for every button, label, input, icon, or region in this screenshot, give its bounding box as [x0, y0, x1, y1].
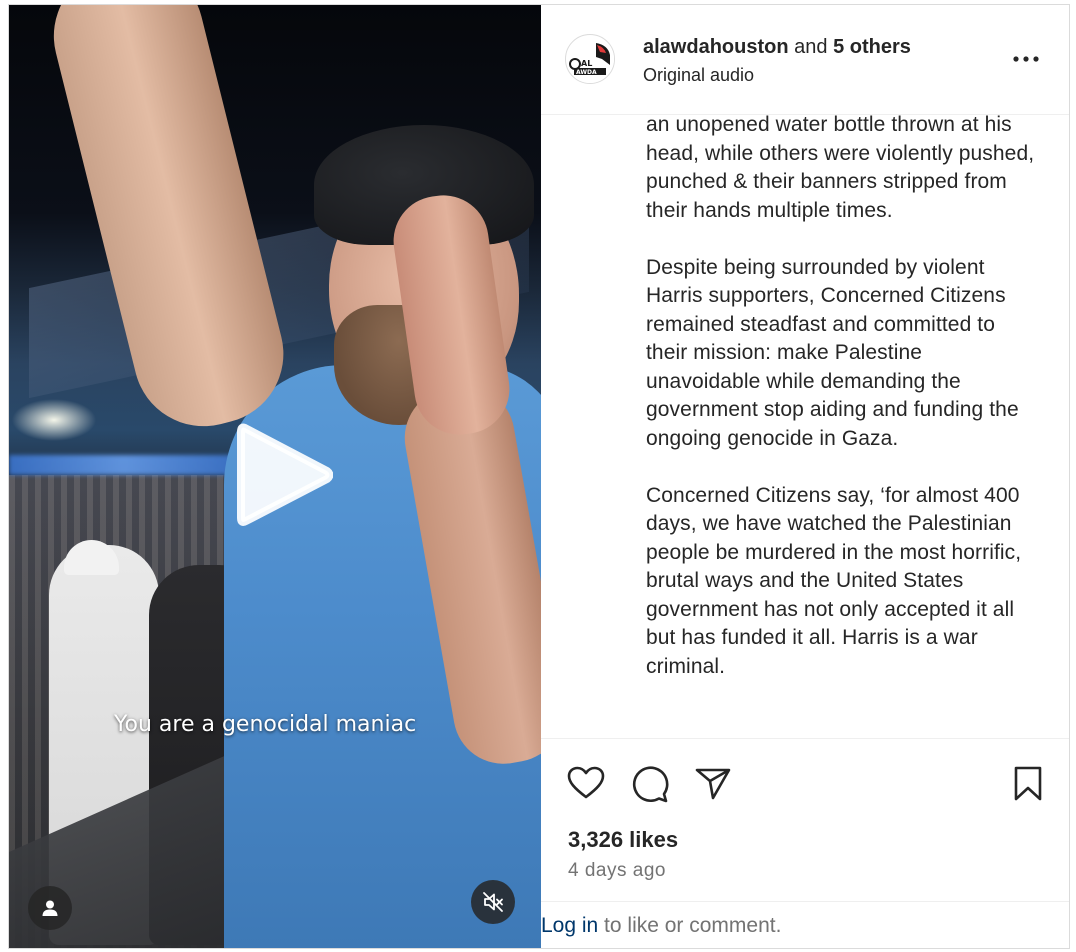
post-header: AL AWDA alawdahouston and 5 others Origi…	[541, 5, 1069, 115]
user-icon	[42, 900, 58, 916]
caption-text: an unopened water bottle thrown at his h…	[646, 115, 1036, 710]
video-stage-lights	[9, 455, 239, 475]
more-options-icon[interactable]	[1011, 48, 1043, 70]
login-prompt-text: to like or comment.	[598, 914, 782, 937]
tagged-users-button[interactable]	[28, 886, 72, 930]
caption-paragraph: Concerned Citizens say, ‘for almost 400 …	[646, 483, 1022, 678]
video-overlay-caption: You are a genocidal maniac	[114, 712, 417, 737]
login-prompt: Log in to like or comment.	[541, 901, 1069, 948]
likes-count[interactable]: 3,326 likes	[568, 827, 678, 853]
avatar-text-bottom: AWDA	[576, 69, 597, 76]
action-bar: 3,326 likes 4 days ago	[541, 738, 1069, 918]
login-link[interactable]: Log in	[541, 914, 598, 937]
post-side-panel: AL AWDA alawdahouston and 5 others Origi…	[541, 5, 1069, 948]
alawda-logo-icon: AL AWDA	[567, 36, 614, 83]
caption-scroll-area[interactable]: an unopened water bottle thrown at his h…	[541, 115, 1069, 740]
avatar[interactable]: AL AWDA	[565, 34, 615, 84]
caption-paragraph: an unopened water bottle thrown at his h…	[646, 115, 1035, 222]
mute-toggle-button[interactable]	[471, 880, 515, 924]
heart-icon[interactable]	[566, 764, 606, 804]
username-link[interactable]: alawdahouston	[643, 36, 789, 58]
caption-paragraph: Despite being surrounded by violent Harr…	[646, 255, 1019, 450]
collaborators-link[interactable]: 5 others	[833, 36, 911, 58]
comment-icon[interactable]	[630, 764, 670, 804]
play-icon[interactable]	[231, 420, 333, 530]
bookmark-icon[interactable]	[1008, 764, 1048, 804]
header-names: alawdahouston and 5 others	[643, 34, 911, 60]
post-date[interactable]: 4 days ago	[568, 860, 666, 882]
instagram-post: You are a genocidal maniac AL AWDA alawd…	[8, 4, 1070, 949]
speaker-muted-icon	[483, 892, 503, 912]
avatar-text-top: AL	[581, 59, 592, 68]
share-icon[interactable]	[693, 764, 733, 804]
video-player[interactable]: You are a genocidal maniac	[9, 5, 541, 948]
audio-link[interactable]: Original audio	[643, 65, 754, 86]
and-text: and	[794, 36, 828, 58]
